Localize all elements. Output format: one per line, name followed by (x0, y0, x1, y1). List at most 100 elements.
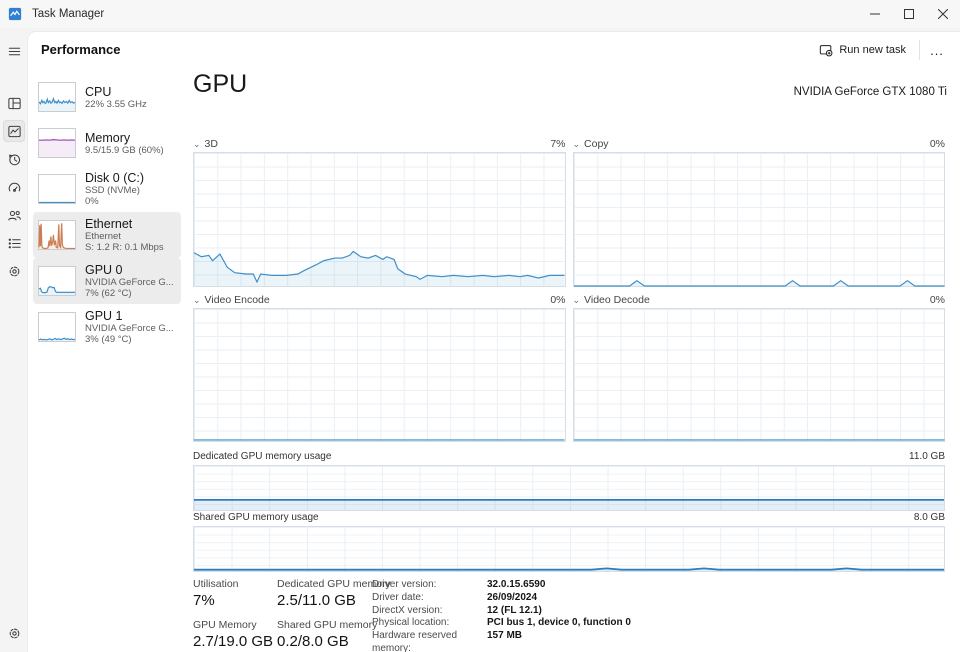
chart-video-decode (572, 308, 945, 442)
sidebar-item-startup-apps[interactable] (3, 176, 25, 198)
gpu0-sub2: 7% (62 °C) (85, 288, 132, 299)
gpu1-sub2: 3% (49 °C) (85, 334, 132, 345)
run-new-task-label: Run new task (839, 44, 906, 56)
dedicated-memory-max: 11.0 GB (909, 451, 945, 462)
cpu-sub: 22% 3.55 GHz (85, 98, 147, 110)
kv-hardware-reserved-value: 157 MB (487, 630, 523, 642)
chart-header-video-encode[interactable]: ⌄ Video Encode 0% (193, 293, 566, 307)
gpu1-thumbnail-chart (38, 312, 76, 342)
sidebar-item-cpu[interactable]: CPU 22% 3.55 GHz (33, 74, 181, 120)
sidebar-item-details[interactable] (3, 232, 25, 254)
services-icon (9, 266, 19, 276)
disk-sub1: SSD (NVMe) (85, 185, 140, 196)
chart-value-3d: 7% (550, 138, 566, 150)
stat-dedicated-label: Dedicated GPU memory (277, 578, 391, 590)
gpu1-title: GPU 1 (85, 309, 123, 323)
header-divider (919, 40, 920, 60)
kv-directx-version-value: 12 (FL 12.1) (487, 604, 542, 616)
app-history-icon (8, 153, 20, 165)
gpu-name: NVIDIA GeForce GTX 1080 Ti (793, 86, 947, 98)
disk-sub2: 0% (85, 196, 99, 207)
stat-utilisation-label: Utilisation (193, 578, 239, 590)
minimize-button[interactable] (858, 0, 892, 28)
kv-physical-location-label: Physical location: (372, 617, 450, 629)
disk-title: Disk 0 (C:) (85, 171, 145, 185)
shared-memory-label: Shared GPU memory usage (193, 512, 319, 523)
maximize-button[interactable] (892, 0, 926, 28)
close-button[interactable] (926, 0, 960, 28)
gpu0-title: GPU 0 (85, 263, 123, 277)
sidebar-item-processes[interactable] (3, 92, 25, 114)
chart-value-video-decode: 0% (929, 294, 945, 306)
chart-header-3d[interactable]: ⌄ 3D 7% (193, 137, 566, 151)
chevron-down-icon: ⌄ (193, 295, 201, 305)
sidebar-item-users[interactable] (3, 204, 25, 226)
chart-value-copy: 0% (929, 138, 945, 150)
stat-gpu-memory-value: 2.7/19.0 GB (193, 633, 274, 650)
run-new-task-button[interactable]: Run new task (813, 38, 912, 62)
ethernet-title: Ethernet (85, 217, 133, 231)
stat-dedicated-value: 2.5/11.0 GB (277, 592, 356, 609)
sidebar-item-disk0[interactable]: Disk 0 (C:) SSD (NVMe) 0% (33, 166, 181, 212)
gpu0-sub1: NVIDIA GeForce G... (85, 277, 174, 288)
kv-driver-date: Driver date: 26/09/2024 (372, 592, 631, 605)
more-options-button[interactable]: ... (924, 38, 950, 62)
performance-icon (7, 125, 21, 137)
chart-3d (193, 152, 566, 287)
kv-driver-version-label: Driver version: (372, 579, 437, 590)
nav-rail (0, 28, 28, 652)
kv-hardware-reserved: Hardware reserved memory: 157 MB (372, 630, 631, 652)
sidebar-item-gpu0[interactable]: GPU 0 NVIDIA GeForce G... 7% (62 °C) (33, 258, 181, 304)
sidebar-item-app-history[interactable] (3, 148, 25, 170)
shared-memory-max: 8.0 GB (913, 512, 945, 523)
kv-physical-location-value: PCI bus 1, device 0, function 0 (487, 617, 631, 629)
sidebar-item-ethernet[interactable]: Ethernet Ethernet S: 1.2 R: 0.1 Mbps (33, 212, 181, 258)
settings-button[interactable] (3, 622, 25, 644)
ethernet-thumbnail-chart (38, 220, 76, 250)
chart-label-video-encode: Video Encode (204, 294, 270, 306)
startup-apps-icon (8, 182, 20, 192)
kv-hardware-reserved-label: Hardware reserved memory: (372, 630, 458, 652)
sidebar-item-gpu1[interactable]: GPU 1 NVIDIA GeForce G... 3% (49 °C) (33, 304, 181, 350)
kv-driver-date-label: Driver date: (372, 591, 424, 603)
gpu1-sub1: NVIDIA GeForce G... (85, 323, 174, 334)
chart-copy (572, 152, 945, 287)
cpu-thumbnail-chart (38, 82, 76, 112)
titlebar: Task Manager (0, 0, 960, 28)
kv-driver-version-value: 32.0.15.6590 (487, 579, 546, 590)
kv-physical-location: Physical location: PCI bus 1, device 0, … (372, 617, 631, 630)
sidebar-item-memory[interactable]: Memory 9.5/15.9 GB (60%) (33, 120, 181, 166)
performance-sidebar: CPU 22% 3.55 GHz Memory 9.5/15.9 GB (60%… (33, 74, 181, 350)
chart-shared-memory (193, 526, 945, 572)
cpu-title: CPU (85, 84, 112, 99)
gear-icon (9, 628, 19, 638)
gpu0-thumbnail-chart (38, 266, 76, 296)
users-icon (7, 210, 21, 221)
chevron-down-icon: ⌄ (193, 139, 201, 149)
kv-driver-version: Driver version: 32.0.15.6590 (372, 579, 631, 592)
memory-sub: 9.5/15.9 GB (60%) (85, 144, 164, 156)
sidebar-item-services[interactable] (3, 260, 25, 282)
chart-video-encode (193, 308, 566, 442)
memory-thumbnail-chart (38, 128, 76, 158)
chart-header-copy[interactable]: ⌄ Copy 0% (573, 137, 946, 151)
kv-directx-version-label: DirectX version: (372, 604, 443, 616)
chevron-down-icon: ⌄ (572, 295, 581, 305)
kv-directx-version: DirectX version: 12 (FL 12.1) (372, 605, 631, 618)
stat-shared-label: Shared GPU memory (277, 619, 378, 631)
chart-dedicated-memory (193, 465, 945, 511)
sidebar-item-performance[interactable] (3, 120, 25, 142)
chart-label-copy: Copy (584, 138, 609, 150)
ethernet-sub1: Ethernet (85, 231, 121, 242)
ethernet-sub2: S: 1.2 R: 0.1 Mbps (85, 242, 164, 253)
processes-icon (7, 97, 21, 109)
gpu-detail-panel: GPU NVIDIA GeForce GTX 1080 Ti ⌄ 3D 7% ⌄… (193, 70, 947, 652)
kv-driver-date-value: 26/09/2024 (487, 591, 538, 603)
stat-utilisation-value: 7% (193, 592, 215, 609)
chart-header-video-decode[interactable]: ⌄ Video Decode 0% (573, 293, 946, 307)
page-title: Performance (41, 42, 121, 57)
menu-icon[interactable] (3, 40, 25, 62)
run-new-task-icon (820, 45, 833, 57)
details-icon (8, 238, 21, 248)
chart-value-video-encode: 0% (550, 294, 566, 306)
